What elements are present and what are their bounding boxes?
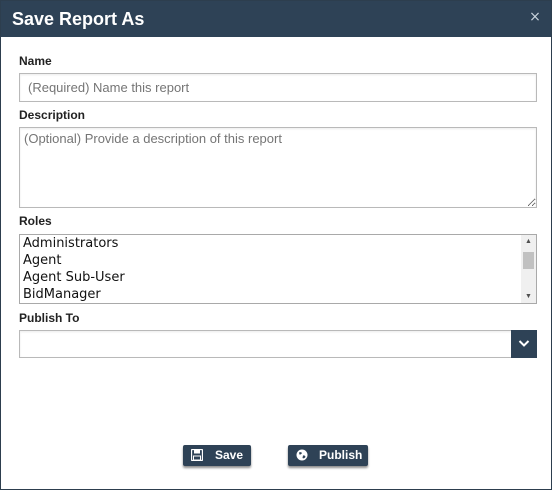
publish-to-dropdown-button[interactable] (511, 330, 537, 358)
scroll-down-arrow-icon[interactable]: ▼ (521, 290, 536, 303)
globe-icon (296, 449, 308, 461)
floppy-disk-icon (191, 449, 203, 461)
roles-listbox[interactable]: Administrators Agent Agent Sub-User BidM… (19, 234, 537, 304)
publish-to-select[interactable] (19, 330, 537, 358)
role-option[interactable]: Agent (20, 252, 536, 269)
dialog-titlebar: Save Report As × (1, 1, 551, 37)
description-label: Description (19, 108, 86, 122)
name-input[interactable] (19, 73, 537, 102)
name-label: Name (19, 54, 52, 68)
roles-label: Roles (19, 214, 52, 228)
scroll-up-arrow-icon[interactable]: ▲ (521, 235, 536, 248)
scroll-thumb[interactable] (523, 252, 534, 269)
dialog-title: Save Report As (12, 9, 145, 29)
publish-button[interactable]: Publish (288, 445, 368, 466)
close-icon[interactable]: × (529, 10, 541, 24)
description-textarea[interactable] (19, 127, 537, 208)
save-button-label: Save (215, 448, 244, 462)
role-option[interactable]: BidManager (20, 286, 536, 303)
publish-to-label: Publish To (19, 311, 80, 325)
roles-scrollbar[interactable]: ▲ ▼ (521, 235, 536, 303)
save-button[interactable]: Save (183, 445, 251, 466)
publish-button-label: Publish (319, 448, 363, 462)
role-option[interactable]: Administrators (20, 235, 536, 252)
role-option[interactable]: Agent Sub-User (20, 269, 536, 286)
chevron-down-icon (518, 340, 530, 347)
save-report-dialog: Save Report As × Name Description Roles … (0, 0, 552, 490)
